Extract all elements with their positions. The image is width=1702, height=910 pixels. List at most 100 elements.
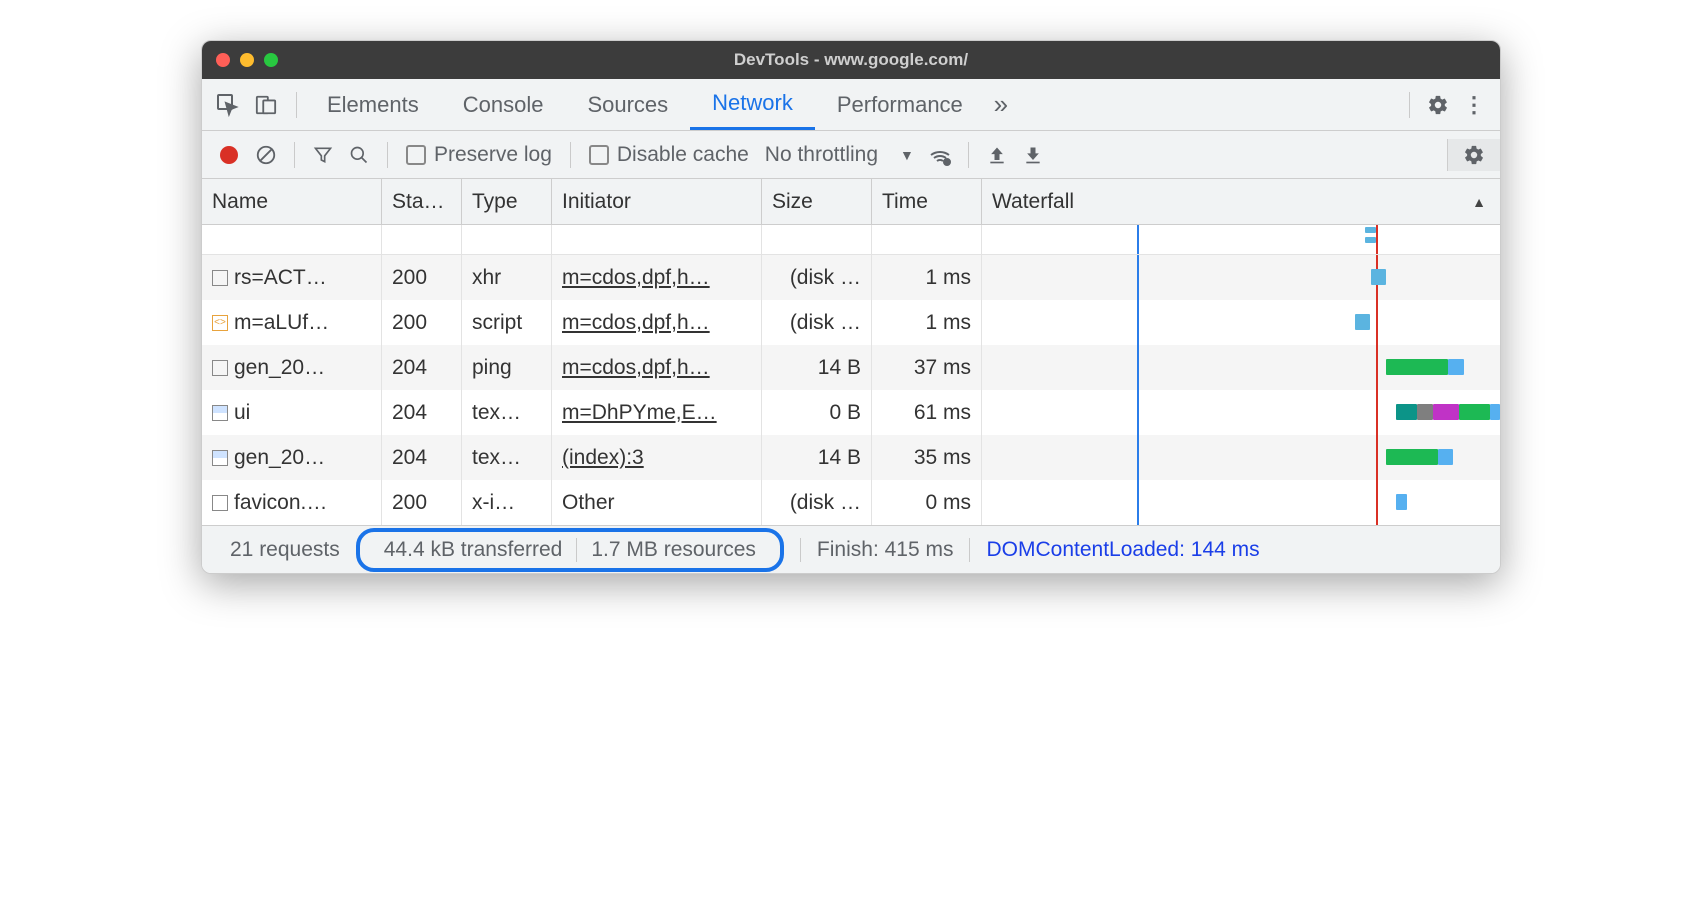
waterfall-ruler — [202, 225, 1500, 255]
waterfall-bar — [1386, 449, 1438, 465]
cell-size: 14 B — [762, 435, 872, 480]
cell-initiator[interactable]: m=cdos,dpf,h… — [552, 255, 762, 300]
cell-time: 35 ms — [872, 435, 982, 480]
cell-initiator[interactable]: m=cdos,dpf,h… — [552, 345, 762, 390]
col-time[interactable]: Time — [872, 179, 982, 224]
cell-size: (disk … — [762, 480, 872, 525]
table-row[interactable]: ui204tex…m=DhPYme,E…0 B61 ms — [202, 390, 1500, 435]
cell-status: 200 — [382, 300, 462, 345]
preserve-log-checkbox[interactable]: Preserve log — [400, 143, 558, 167]
cell-time: 1 ms — [872, 300, 982, 345]
waterfall-bar — [1386, 359, 1448, 375]
upload-har-icon[interactable] — [981, 139, 1013, 171]
cell-status: 204 — [382, 345, 462, 390]
device-toolbar-icon[interactable] — [250, 89, 282, 121]
devtools-window: DevTools - www.google.com/ ElementsConso… — [201, 40, 1501, 574]
col-status[interactable]: Sta… — [382, 179, 462, 224]
settings-gear-icon[interactable] — [1422, 89, 1454, 121]
col-waterfall[interactable]: Waterfall ▲ — [982, 179, 1500, 224]
cell-type: tex… — [462, 390, 552, 435]
col-size[interactable]: Size — [762, 179, 872, 224]
waterfall-bar — [1438, 449, 1454, 465]
cell-type: script — [462, 300, 552, 345]
separator — [968, 142, 969, 168]
waterfall-bar — [1490, 404, 1500, 420]
col-name[interactable]: Name — [202, 179, 382, 224]
cell-name: gen_20… — [202, 435, 382, 480]
chevron-down-icon: ▼ — [900, 147, 914, 163]
cell-initiator[interactable]: m=DhPYme,E… — [552, 390, 762, 435]
cell-waterfall — [982, 390, 1500, 435]
separator — [294, 142, 295, 168]
cell-size: 0 B — [762, 390, 872, 435]
record-button[interactable] — [220, 146, 238, 164]
cell-size: (disk … — [762, 255, 872, 300]
transfer-highlight: 44.4 kB transferred 1.7 MB resources — [356, 528, 784, 572]
cell-size: (disk … — [762, 300, 872, 345]
waterfall-bar — [1448, 359, 1464, 375]
separator — [296, 92, 297, 118]
requests-count: 21 requests — [214, 538, 356, 562]
transferred-size: 44.4 kB transferred — [370, 538, 577, 562]
separator — [570, 142, 571, 168]
more-menu-icon[interactable]: ⋮ — [1458, 89, 1490, 121]
tab-network[interactable]: Network — [690, 79, 815, 130]
statusbar: 21 requests 44.4 kB transferred 1.7 MB r… — [202, 525, 1500, 573]
col-initiator[interactable]: Initiator — [552, 179, 762, 224]
network-table: Name Sta… Type Initiator Size Time Water… — [202, 179, 1500, 525]
table-header: Name Sta… Type Initiator Size Time Water… — [202, 179, 1500, 225]
table-row[interactable]: rs=ACT…200xhrm=cdos,dpf,h…(disk …1 ms — [202, 255, 1500, 300]
cell-name: <>m=aLUf… — [202, 300, 382, 345]
window-title: DevTools - www.google.com/ — [216, 50, 1486, 70]
clear-icon[interactable] — [250, 139, 282, 171]
table-row[interactable]: favicon.…200x-i…Other(disk …0 ms — [202, 480, 1500, 525]
search-icon[interactable] — [343, 139, 375, 171]
cell-name: favicon.… — [202, 480, 382, 525]
cell-initiator[interactable]: (index):3 — [552, 435, 762, 480]
cell-time: 61 ms — [872, 390, 982, 435]
filter-icon[interactable] — [307, 139, 339, 171]
cell-status: 204 — [382, 390, 462, 435]
minimize-window-button[interactable] — [240, 53, 254, 67]
tab-performance[interactable]: Performance — [815, 79, 985, 130]
cell-type: xhr — [462, 255, 552, 300]
inspect-element-icon[interactable] — [212, 89, 244, 121]
cell-time: 1 ms — [872, 255, 982, 300]
cell-waterfall — [982, 255, 1500, 300]
throttling-dropdown[interactable]: No throttling ▼ — [759, 143, 920, 167]
table-row[interactable]: <>m=aLUf…200scriptm=cdos,dpf,h…(disk …1 … — [202, 300, 1500, 345]
cell-type: ping — [462, 345, 552, 390]
waterfall-bar — [1459, 404, 1490, 420]
tab-elements[interactable]: Elements — [305, 79, 441, 130]
more-tabs-icon[interactable]: » — [985, 89, 1017, 121]
disable-cache-label: Disable cache — [617, 143, 749, 167]
close-window-button[interactable] — [216, 53, 230, 67]
col-type[interactable]: Type — [462, 179, 552, 224]
domcontentloaded-time: DOMContentLoaded: 144 ms — [970, 538, 1275, 562]
cell-waterfall — [982, 435, 1500, 480]
maximize-window-button[interactable] — [264, 53, 278, 67]
tab-console[interactable]: Console — [441, 79, 566, 130]
cell-type: x-i… — [462, 480, 552, 525]
disable-cache-checkbox[interactable]: Disable cache — [583, 143, 755, 167]
separator — [1409, 92, 1410, 118]
table-row[interactable]: gen_20…204tex…(index):314 B35 ms — [202, 435, 1500, 480]
table-row[interactable]: gen_20…204pingm=cdos,dpf,h…14 B37 ms — [202, 345, 1500, 390]
cell-status: 204 — [382, 435, 462, 480]
download-har-icon[interactable] — [1017, 139, 1049, 171]
separator — [387, 142, 388, 168]
network-conditions-icon[interactable] — [924, 139, 956, 171]
network-settings-gear-icon[interactable] — [1458, 139, 1490, 171]
col-waterfall-label: Waterfall — [992, 190, 1074, 214]
sort-asc-icon: ▲ — [1472, 194, 1486, 210]
throttling-label: No throttling — [765, 143, 878, 167]
resources-size: 1.7 MB resources — [577, 538, 770, 562]
cell-initiator[interactable]: Other — [552, 480, 762, 525]
cell-name: ui — [202, 390, 382, 435]
tab-sources[interactable]: Sources — [565, 79, 690, 130]
cell-status: 200 — [382, 480, 462, 525]
traffic-lights — [216, 53, 278, 67]
cell-initiator[interactable]: m=cdos,dpf,h… — [552, 300, 762, 345]
preserve-log-label: Preserve log — [434, 143, 552, 167]
waterfall-bar — [1396, 404, 1417, 420]
